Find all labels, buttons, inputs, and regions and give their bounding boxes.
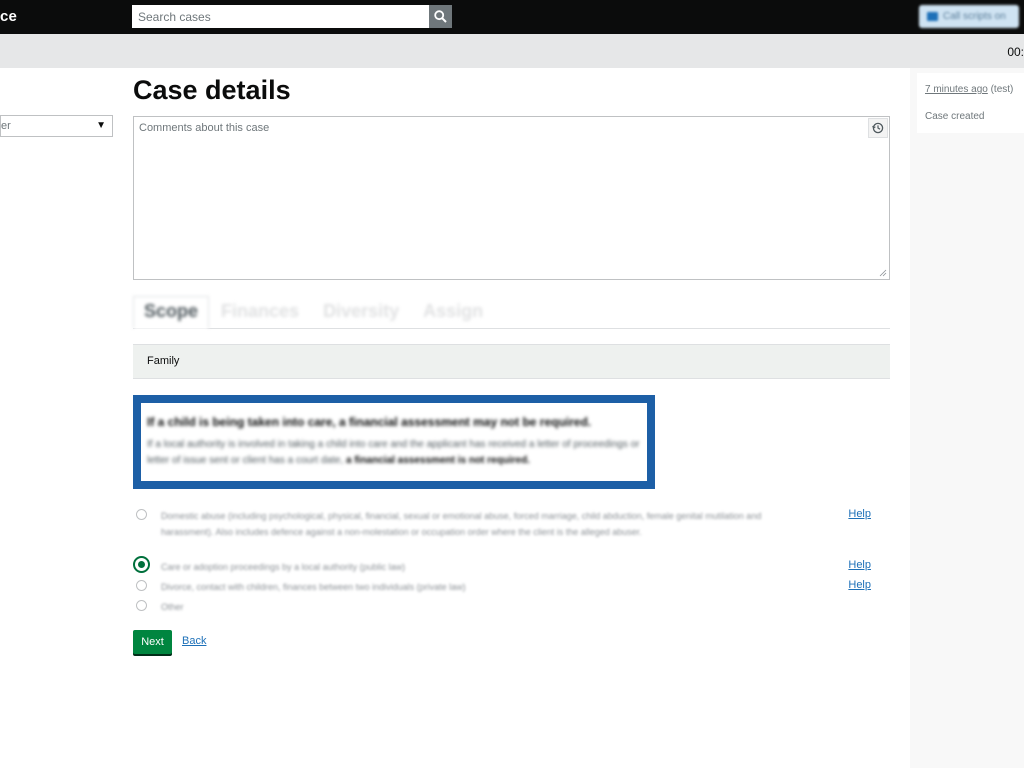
notice-body: If a local authority is involved in taki… <box>147 437 641 469</box>
notice-title: If a child is being taken into care, a f… <box>147 415 592 429</box>
search-button[interactable] <box>429 5 452 28</box>
left-dropdown-value: er <box>1 120 11 132</box>
activity-entry: 7 minutes ago (test) Case created <box>917 73 1024 133</box>
call-scripts-button[interactable]: Call scripts on <box>919 5 1019 28</box>
help-link-domestic-abuse[interactable]: Help <box>848 508 871 520</box>
radio-domestic-abuse[interactable] <box>136 509 147 520</box>
left-dropdown[interactable]: er ▼ <box>0 115 113 137</box>
top-bar: ce Call scripts on <box>0 0 1024 34</box>
resize-handle-icon[interactable] <box>879 269 887 277</box>
dropdown-caret-icon: ▼ <box>96 120 106 131</box>
tab-assign[interactable]: Assign <box>411 295 495 328</box>
call-timer: 00: <box>1007 45 1024 59</box>
back-link[interactable]: Back <box>182 635 206 647</box>
notice-body-bold: a financial assessment is not required. <box>346 455 530 466</box>
radio-care-adoption[interactable] <box>133 556 150 573</box>
option-label: Divorce, contact with children, finances… <box>161 582 466 592</box>
category-header: Family <box>133 344 890 379</box>
activity-sidebar <box>910 68 1024 768</box>
help-link-care-adoption[interactable]: Help <box>848 559 871 571</box>
history-icon <box>872 122 884 134</box>
option-label: Other <box>161 602 184 612</box>
activity-event: Case created <box>925 111 985 122</box>
page-title: Case details <box>133 75 291 105</box>
option-domestic-abuse[interactable]: Domestic abuse (including psychological,… <box>133 507 875 555</box>
option-other[interactable]: Other <box>133 598 875 616</box>
call-scripts-icon <box>927 12 938 21</box>
activity-user: (test) <box>987 84 1014 95</box>
next-button[interactable]: Next <box>133 630 172 654</box>
comments-textarea[interactable] <box>134 117 889 279</box>
option-divorce[interactable]: Divorce, contact with children, finances… <box>133 578 875 596</box>
radio-other[interactable] <box>136 600 147 611</box>
call-scripts-label: Call scripts on <box>943 11 1006 22</box>
activity-time: 7 minutes ago (test) <box>925 84 1013 95</box>
option-care-adoption[interactable]: Care or adoption proceedings by a local … <box>133 556 875 576</box>
notice-panel: If a child is being taken into care, a f… <box>133 395 655 489</box>
radio-divorce[interactable] <box>136 580 147 591</box>
sub-bar: 00: <box>0 34 1024 68</box>
help-link-divorce[interactable]: Help <box>848 579 871 591</box>
case-tabs: Scope Finances Diversity Assign <box>133 296 890 329</box>
search-icon <box>434 10 447 23</box>
search-input[interactable] <box>132 5 429 28</box>
activity-time-link[interactable]: 7 minutes ago <box>925 84 988 95</box>
tab-scope[interactable]: Scope <box>133 296 210 329</box>
option-label: Domestic abuse (including psychological,… <box>161 511 762 537</box>
option-label: Care or adoption proceedings by a local … <box>161 562 406 572</box>
comments-box <box>133 116 890 280</box>
comment-history-button[interactable] <box>868 118 888 138</box>
tab-diversity[interactable]: Diversity <box>311 295 411 328</box>
tab-finances[interactable]: Finances <box>209 295 311 328</box>
search-form <box>132 5 452 28</box>
brand-title[interactable]: ce <box>0 8 17 25</box>
